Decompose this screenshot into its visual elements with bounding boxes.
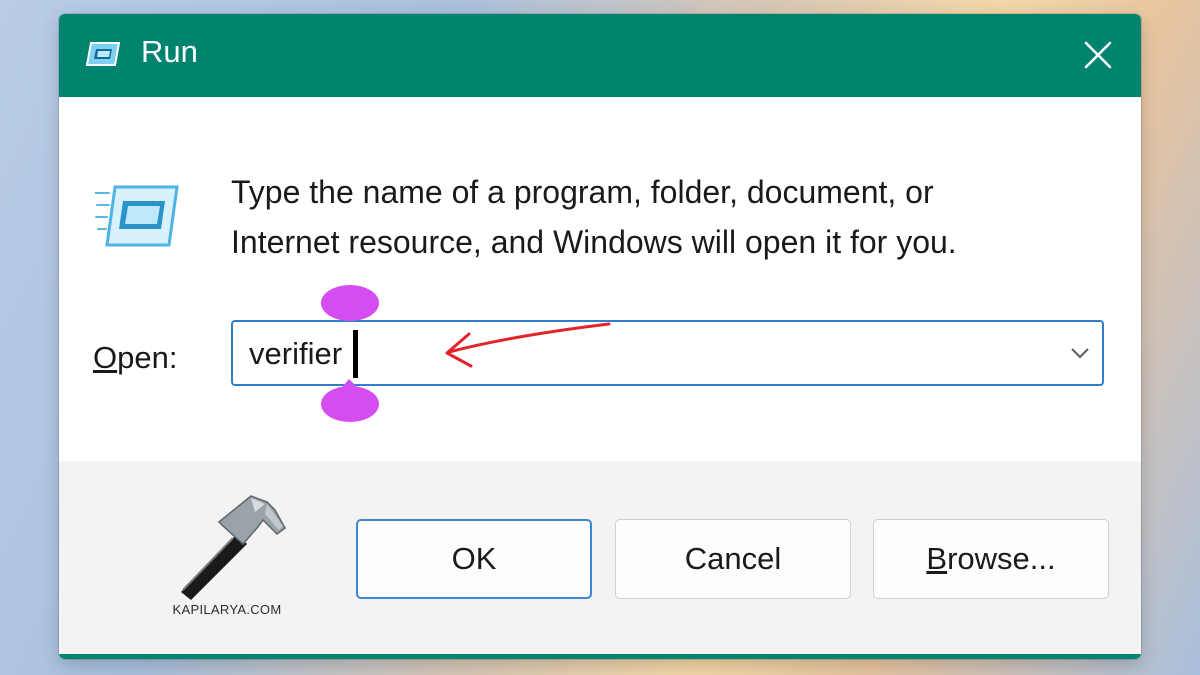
description-line: Type the name of a program, folder, docu… (231, 174, 934, 210)
selection-handle-bottom (321, 386, 379, 422)
run-dialog: Run Type the name of a program, folder, … (59, 14, 1141, 659)
title-bar: Run (59, 14, 1141, 97)
browse-button[interactable]: Browse... (873, 519, 1109, 599)
close-icon (1084, 41, 1112, 69)
open-label-mnemonic: O (93, 340, 118, 375)
run-icon (95, 185, 179, 247)
open-label-rest: pen: (117, 340, 178, 375)
description-text: Type the name of a program, folder, docu… (231, 167, 1111, 267)
description-line: Internet resource, and Windows will open… (231, 224, 957, 260)
chevron-down-icon[interactable] (1069, 344, 1091, 362)
kapilarya-logo: KAPILARYA.COM (163, 492, 291, 632)
open-label: Open: (93, 340, 177, 376)
browse-label-rest: rowse... (947, 541, 1056, 576)
browse-mnemonic: B (926, 541, 948, 576)
close-button[interactable] (1069, 28, 1127, 82)
run-icon (85, 42, 121, 66)
text-cursor (353, 330, 358, 378)
window-bottom-border (59, 654, 1141, 659)
cancel-button[interactable]: Cancel (615, 519, 851, 599)
open-combobox[interactable]: verifier (231, 320, 1104, 386)
ok-button[interactable]: OK (356, 519, 592, 599)
dialog-body: Type the name of a program, folder, docu… (59, 97, 1141, 461)
open-input-value[interactable]: verifier (249, 336, 342, 372)
watermark-text: KAPILARYA.COM (172, 602, 282, 617)
selection-handle-top (321, 285, 379, 321)
hammer-icon (181, 495, 286, 600)
window-title: Run (141, 34, 198, 69)
